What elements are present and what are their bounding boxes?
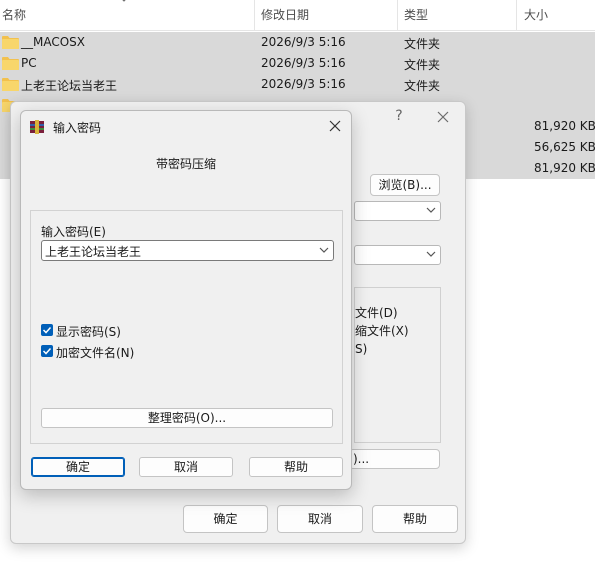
organize-passwords-button[interactable]: 整理密码(O)... [41,408,333,428]
column-name-header[interactable]: 名称 [2,6,26,23]
file-date: 2026/9/3 5:16 [261,56,346,70]
password-value: 上老王论坛当老王 [45,245,142,259]
password-panel: 输入密码(E) 上老王论坛当老王 显示密码(S) 加密文件名(N) 整理密码(O… [30,210,343,444]
folder-icon [2,36,19,49]
file-type: 文件夹 [404,58,441,72]
column-modified-header[interactable]: 修改日期 [261,6,309,23]
cancel-button[interactable]: 取消 [139,457,233,477]
option-label[interactable]: S) [355,342,367,356]
archive-name-combo[interactable] [354,201,441,221]
file-row[interactable]: 上老王论坛当老王 2026/9/3 5:16 文件夹 [0,74,595,95]
column-size-header[interactable]: 大小 [524,6,548,23]
chevron-down-icon [426,207,436,213]
show-password-checkbox[interactable] [41,324,53,336]
option-label[interactable]: 缩文件(X) [355,322,409,339]
file-size: 81,920 KB [534,161,595,175]
file-name: PC [21,56,37,70]
file-row[interactable]: PC 2026/9/3 5:16 文件夹 [0,53,595,74]
file-size: 81,920 KB [534,119,595,133]
option-label[interactable]: 文件(D) [355,304,398,321]
ok-button[interactable]: 确定 [183,505,268,533]
checkmark-icon [42,347,52,355]
close-icon[interactable] [433,108,453,126]
column-separator[interactable] [516,0,517,30]
file-type: 文件夹 [404,37,441,51]
encrypt-filenames-label[interactable]: 加密文件名(N) [56,344,134,361]
dialog-subtitle: 带密码压缩 [155,157,216,171]
file-name: __MACOSX [21,35,86,49]
password-input[interactable]: 上老王论坛当老王 [41,240,334,261]
file-name: 上老王论坛当老王 [21,79,118,93]
dialog-titlebar: 输入密码 [21,111,351,141]
folder-icon [2,57,19,70]
cancel-button[interactable]: 取消 [277,505,363,533]
file-type: 文件夹 [404,79,441,93]
close-icon[interactable] [325,117,345,135]
password-label: 输入密码(E) [41,225,106,239]
file-size: 56,625 KB [534,140,595,154]
help-icon[interactable]: ? [389,108,409,126]
checkmark-icon [42,326,52,334]
help-button[interactable]: 帮助 [249,457,343,477]
chevron-down-icon [426,251,436,257]
encrypt-filenames-checkbox[interactable] [41,345,53,357]
help-button[interactable]: 帮助 [372,505,458,533]
column-separator[interactable] [397,0,398,30]
file-date: 2026/9/3 5:16 [261,77,346,91]
dialog-title: 输入密码 [53,121,102,135]
password-dialog: 输入密码 带密码压缩 输入密码(E) 上老王论坛当老王 显示密码(S) 加密文件… [20,110,352,490]
column-header-bar: 名称 修改日期 类型 大小 [0,0,595,31]
archive-options-group: 文件(D) 缩文件(X) S) [354,287,441,443]
winrar-icon [30,120,44,134]
chevron-down-icon[interactable] [319,245,329,255]
file-date: 2026/9/3 5:16 [261,35,346,49]
show-password-label[interactable]: 显示密码(S) [56,323,121,340]
folder-icon [2,78,19,91]
sort-chevron-icon [122,0,126,2]
column-separator[interactable] [254,0,255,30]
partial-button[interactable]: )... [349,449,440,469]
ok-button[interactable]: 确定 [31,457,125,477]
file-row[interactable]: __MACOSX 2026/9/3 5:16 文件夹 [0,32,595,53]
update-mode-combo[interactable] [354,245,441,265]
column-type-header[interactable]: 类型 [404,6,428,23]
browse-button[interactable]: 浏览(B)... [370,174,440,196]
